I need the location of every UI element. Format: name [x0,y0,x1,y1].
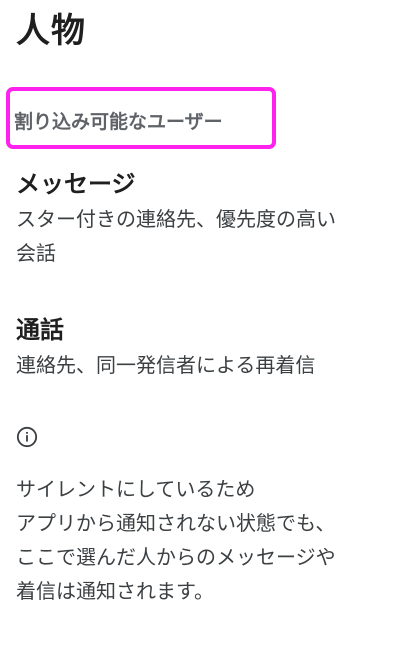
footer-description: サイレントにしているため アプリから通知されない状態でも、 ここで選んだ人からの… [16,472,388,608]
messages-preference-summary: スター付きの連絡先、優先度の高い 会話 [16,202,388,270]
footer-line: ここで選んだ人からのメッセージや [16,545,336,569]
footer-line: サイレントにしているため [16,477,256,501]
calls-preference[interactable]: 通話 連絡先、同一発信者による再着信 [16,314,388,382]
messages-summary-line: スター付きの連絡先、優先度の高い [16,207,336,231]
messages-preference-title: メッセージ [16,170,136,198]
calls-summary-line: 連絡先、同一発信者による再着信 [16,353,316,377]
people-settings-page: 人物 割り込み可能なユーザー メッセージ スター付きの連絡先、優先度の高い 会話… [0,0,400,645]
footer-line: アプリから通知されない状態でも、 [16,511,336,535]
calls-preference-title: 通話 [16,316,64,344]
info-icon [16,426,38,448]
messages-preference[interactable]: メッセージ スター付きの連絡先、優先度の高い 会話 [16,168,388,270]
section-header: 割り込み可能なユーザー [14,111,223,133]
footer-line: 着信は通知されます。 [16,579,214,603]
page-title: 人物 [16,11,86,51]
messages-summary-line: 会話 [16,241,56,265]
calls-preference-summary: 連絡先、同一発信者による再着信 [16,348,388,382]
